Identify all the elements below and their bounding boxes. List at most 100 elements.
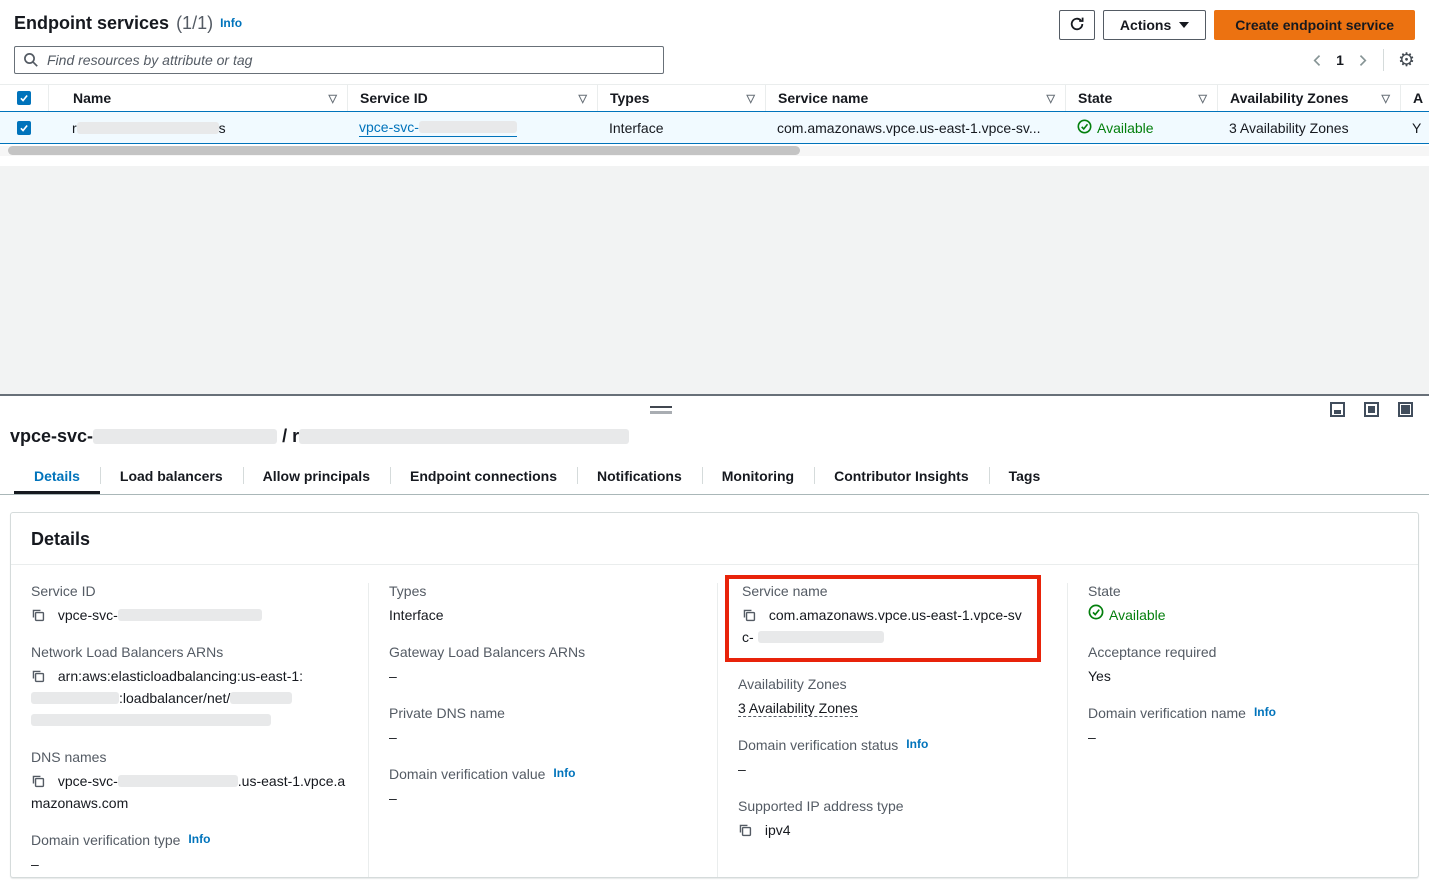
endpoint-services-table: Name▽ Service ID▽ Types▽ Service name▽ S… [0, 84, 1429, 156]
horizontal-scrollbar[interactable] [0, 146, 1429, 156]
list-toolbar: 1 ⚙ [0, 44, 1429, 74]
actions-button[interactable]: Actions [1103, 10, 1206, 40]
redacted-text [419, 121, 517, 133]
field-domain-verification-type: Domain verification type Info – [31, 832, 348, 875]
copy-icon[interactable] [31, 670, 49, 686]
info-link[interactable]: Info [553, 766, 575, 780]
redacted-text [93, 429, 277, 444]
table-row[interactable]: rs vpce-svc- Interface com.amazonaws.vpc… [0, 111, 1429, 144]
scrollbar-thumb[interactable] [8, 146, 800, 155]
panel-size-large-icon[interactable] [1398, 402, 1413, 417]
redacted-text [31, 714, 271, 726]
details-card: Details Service ID vpce-svc- Network Loa… [10, 512, 1419, 878]
column-header-types[interactable]: Types▽ [597, 85, 765, 111]
panel-size-medium-icon[interactable] [1364, 402, 1379, 417]
sort-icon: ▽ [1199, 92, 1207, 105]
field-acceptance-required: Acceptance required Yes [1088, 644, 1398, 687]
panel-size-small-icon[interactable] [1330, 402, 1345, 417]
column-header-state[interactable]: State▽ [1065, 85, 1217, 111]
cell-name: rs [48, 120, 347, 136]
divider [1383, 49, 1384, 71]
available-check-icon [1077, 119, 1092, 137]
tab-contributor-insights[interactable]: Contributor Insights [814, 459, 989, 494]
field-state: State Available [1088, 583, 1398, 626]
endpoint-services-list-section: Endpoint services (1/1) Info Actions Cre… [0, 0, 1429, 166]
search-input[interactable] [14, 46, 664, 74]
cell-types: Interface [597, 120, 765, 136]
list-header: Endpoint services (1/1) Info Actions Cre… [0, 0, 1429, 44]
row-checkbox[interactable] [17, 121, 31, 135]
search-icon [23, 52, 39, 71]
cell-availability-zones: 3 Availability Zones [1217, 120, 1400, 136]
field-domain-verification-status: Domain verification status Info – [738, 737, 1047, 780]
column-header-availability-zones[interactable]: Availability Zones▽ [1217, 85, 1400, 111]
info-link[interactable]: Info [906, 737, 928, 751]
tab-monitoring[interactable]: Monitoring [702, 459, 814, 494]
redacted-text [230, 692, 292, 704]
field-domain-verification-name: Domain verification name Info – [1088, 705, 1398, 748]
tab-load-balancers[interactable]: Load balancers [100, 459, 243, 494]
field-supported-ip: Supported IP address type ipv4 [738, 798, 1047, 841]
redacted-text [299, 429, 629, 444]
previous-page-button[interactable] [1311, 54, 1324, 67]
info-link[interactable]: Info [1254, 705, 1276, 719]
service-id-link[interactable]: vpce-svc- [359, 119, 517, 137]
availability-zones-popover[interactable]: 3 Availability Zones [1229, 120, 1349, 136]
column-header-service-name[interactable]: Service name▽ [765, 85, 1065, 111]
tab-allow-principals[interactable]: Allow principals [243, 459, 390, 494]
field-service-id: Service ID vpce-svc- [31, 583, 348, 626]
column-header-acceptance[interactable]: A [1400, 85, 1429, 111]
tab-details[interactable]: Details [14, 459, 100, 494]
sort-icon: ▽ [1047, 92, 1055, 105]
sort-icon: ▽ [747, 92, 755, 105]
redacted-text [118, 609, 262, 621]
panel-size-controls [1330, 402, 1413, 417]
refresh-button[interactable] [1059, 10, 1095, 40]
refresh-icon [1069, 16, 1085, 35]
tab-notifications[interactable]: Notifications [577, 459, 702, 494]
availability-zones-popover[interactable]: 3 Availability Zones [738, 700, 858, 717]
preferences-gear-icon[interactable]: ⚙ [1398, 51, 1415, 70]
redacted-text [118, 775, 238, 787]
cell-service-id: vpce-svc- [347, 119, 597, 137]
table-header-row: Name▽ Service ID▽ Types▽ Service name▽ S… [0, 84, 1429, 111]
field-private-dns-name: Private DNS name – [389, 705, 697, 748]
copy-icon[interactable] [738, 824, 756, 840]
page-title: Endpoint services [14, 13, 169, 34]
chevron-down-icon [1179, 22, 1189, 28]
tab-tags[interactable]: Tags [989, 459, 1061, 494]
panel-title: vpce-svc- / r [10, 426, 1415, 447]
sort-icon: ▽ [1382, 92, 1390, 105]
select-all-checkbox-cell [0, 85, 48, 111]
details-heading: Details [11, 513, 1418, 565]
next-page-button[interactable] [1356, 54, 1369, 67]
select-all-checkbox[interactable] [17, 91, 31, 105]
column-header-service-id[interactable]: Service ID▽ [347, 85, 597, 111]
info-link[interactable]: Info [188, 832, 210, 846]
create-endpoint-service-button[interactable]: Create endpoint service [1214, 10, 1415, 40]
field-nlb-arns: Network Load Balancers ARNs arn:aws:elas… [31, 644, 348, 731]
field-types: Types Interface [389, 583, 697, 626]
cell-service-name: com.amazonaws.vpce.us-east-1.vpce-sv... [765, 120, 1065, 136]
field-dns-names: DNS names vpce-svc-.us-east-1.vpce.amazo… [31, 749, 348, 814]
available-check-icon [1088, 604, 1104, 626]
field-service-name: Service name com.amazonaws.vpce.us-east-… [742, 583, 1024, 648]
header-info-link[interactable]: Info [220, 16, 242, 30]
details-column-2: Types Interface Gateway Load Balancers A… [368, 583, 717, 878]
details-column-1: Service ID vpce-svc- Network Load Balanc… [11, 583, 368, 878]
copy-icon[interactable] [742, 609, 760, 625]
cell-acceptance: Y [1400, 120, 1429, 136]
split-panel: vpce-svc- / r Details Load balancers All… [0, 394, 1429, 886]
copy-icon[interactable] [31, 775, 49, 791]
current-page[interactable]: 1 [1334, 52, 1346, 68]
column-header-name[interactable]: Name▽ [48, 85, 347, 111]
field-gateway-arns: Gateway Load Balancers ARNs – [389, 644, 697, 687]
field-domain-verification-value: Domain verification value Info – [389, 766, 697, 809]
panel-drag-handle[interactable] [650, 406, 672, 414]
redacted-text [77, 122, 219, 134]
service-name-highlight-box: Service name com.amazonaws.vpce.us-east-… [725, 575, 1041, 662]
copy-icon[interactable] [31, 609, 49, 625]
panel-tabs: Details Load balancers Allow principals … [0, 459, 1429, 495]
selected-count: (1/1) [176, 13, 213, 34]
tab-endpoint-connections[interactable]: Endpoint connections [390, 459, 577, 494]
